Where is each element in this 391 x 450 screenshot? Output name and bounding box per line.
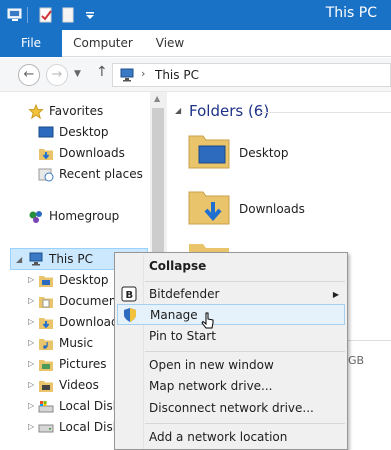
nav-pc-local-disk-d[interactable]: Local Disk	[38, 417, 116, 438]
expand-arrow-icon[interactable]: ▷	[28, 401, 34, 410]
svg-text:B: B	[126, 290, 134, 301]
nav-pc-downloads[interactable]: Downloads	[38, 312, 116, 333]
this-pc-icon	[120, 68, 134, 82]
menu-item-collapse[interactable]: Collapse	[117, 256, 345, 277]
downloads-folder-icon	[39, 318, 53, 329]
menu-item-open-new-window[interactable]: Open in new window	[117, 355, 345, 376]
address-bar[interactable]: › This PC	[112, 63, 391, 87]
desktop-folder-icon[interactable]	[187, 128, 231, 172]
desktop-folder-icon	[39, 276, 53, 287]
pictures-folder-icon	[39, 360, 53, 371]
drive-icon	[38, 424, 54, 433]
nav-favorites[interactable]: Favorites	[28, 101, 150, 122]
tab-view[interactable]: View	[146, 30, 194, 57]
check-document-icon[interactable]	[38, 7, 54, 23]
nav-pc-videos[interactable]: Videos	[38, 375, 116, 396]
expand-arrow-icon[interactable]: ▷	[28, 422, 34, 431]
navigation-bar: ← → ▼ ↑ › This PC	[0, 58, 391, 92]
nav-pc-music[interactable]: Music	[38, 333, 116, 354]
menu-item-disconnect-network-drive[interactable]: Disconnect network drive...	[117, 398, 345, 419]
title-bar: This PC	[0, 0, 391, 30]
documents-folder-icon	[39, 297, 53, 308]
back-button[interactable]: ←	[18, 64, 40, 86]
folder-downloads-label[interactable]: Downloads	[239, 202, 305, 216]
menu-item-map-network-drive[interactable]: Map network drive...	[117, 376, 345, 397]
ribbon-tabs: File Computer View	[0, 30, 391, 57]
breadcrumb-this-pc[interactable]: This PC	[155, 68, 199, 82]
expand-arrow-icon[interactable]: ▷	[28, 317, 34, 326]
tab-computer[interactable]: Computer	[68, 30, 138, 57]
submenu-arrow-icon: ▶	[332, 290, 339, 299]
nav-pc-local-disk-c[interactable]: Local Disk	[38, 396, 116, 417]
system-drive-icon	[38, 401, 54, 413]
expand-arrow-icon[interactable]: ▷	[28, 359, 34, 368]
menu-item-pin-to-start[interactable]: Pin to Start	[117, 326, 345, 347]
drive-size-text: GB	[348, 354, 365, 367]
mouse-cursor-icon	[201, 312, 214, 329]
group-divider	[261, 112, 391, 113]
context-menu: Collapse B Bitdefender ▶ Manage Pin to S…	[114, 252, 348, 450]
window-title: This PC	[325, 5, 377, 21]
expand-arrow-icon[interactable]: ▷	[28, 338, 34, 347]
breadcrumb-separator[interactable]: ›	[141, 67, 145, 80]
properties-icon[interactable]	[7, 7, 23, 23]
menu-item-manage[interactable]: Manage	[117, 304, 345, 325]
menu-item-bitdefender[interactable]: B Bitdefender ▶	[117, 284, 345, 305]
nav-favorites-desktop[interactable]: Desktop	[38, 122, 150, 143]
downloads-folder-icon[interactable]	[187, 184, 231, 228]
nav-pc-documents[interactable]: Documents	[38, 291, 116, 312]
nav-favorites-recent-places[interactable]: Recent places	[38, 164, 150, 185]
collapse-arrow-icon[interactable]: ◢	[16, 255, 22, 264]
nav-pc-desktop[interactable]: Desktop	[38, 270, 116, 291]
recent-locations-icon[interactable]: ▼	[74, 69, 81, 79]
menu-separator	[145, 351, 345, 352]
scroll-up-icon[interactable]: ▲	[154, 94, 160, 103]
nav-pc-pictures[interactable]: Pictures	[38, 354, 116, 375]
new-folder-icon[interactable]	[60, 7, 76, 23]
group-collapse-icon[interactable]: ◢	[175, 106, 181, 115]
menu-separator	[145, 423, 345, 424]
homegroup-icon	[29, 211, 42, 223]
this-pc-icon	[29, 252, 43, 266]
nav-favorites-downloads[interactable]: Downloads	[38, 143, 150, 164]
tab-file[interactable]: File	[0, 30, 62, 57]
customize-qat-icon[interactable]	[82, 7, 98, 23]
shield-icon	[124, 308, 136, 322]
downloads-folder-icon	[39, 149, 53, 160]
forward-button[interactable]: →	[46, 64, 68, 86]
recent-places-icon	[38, 168, 54, 182]
expand-arrow-icon[interactable]: ▷	[28, 380, 34, 389]
nav-homegroup[interactable]: Homegroup	[28, 206, 150, 227]
menu-separator	[145, 281, 345, 282]
expand-arrow-icon[interactable]: ▷	[28, 296, 34, 305]
qat-separator	[27, 7, 28, 23]
up-button[interactable]: ↑	[96, 64, 108, 80]
videos-folder-icon	[39, 381, 53, 392]
expand-arrow-icon[interactable]: ▷	[28, 275, 34, 284]
drive-usage-bar	[348, 340, 391, 341]
music-folder-icon	[39, 339, 53, 350]
desktop-icon	[38, 126, 54, 138]
folder-desktop-label[interactable]: Desktop	[239, 146, 289, 160]
bitdefender-icon: B	[121, 286, 137, 302]
folders-group-header[interactable]: Folders (6)	[189, 102, 269, 120]
menu-item-add-network-location[interactable]: Add a network location	[117, 427, 345, 448]
star-icon	[28, 104, 44, 119]
